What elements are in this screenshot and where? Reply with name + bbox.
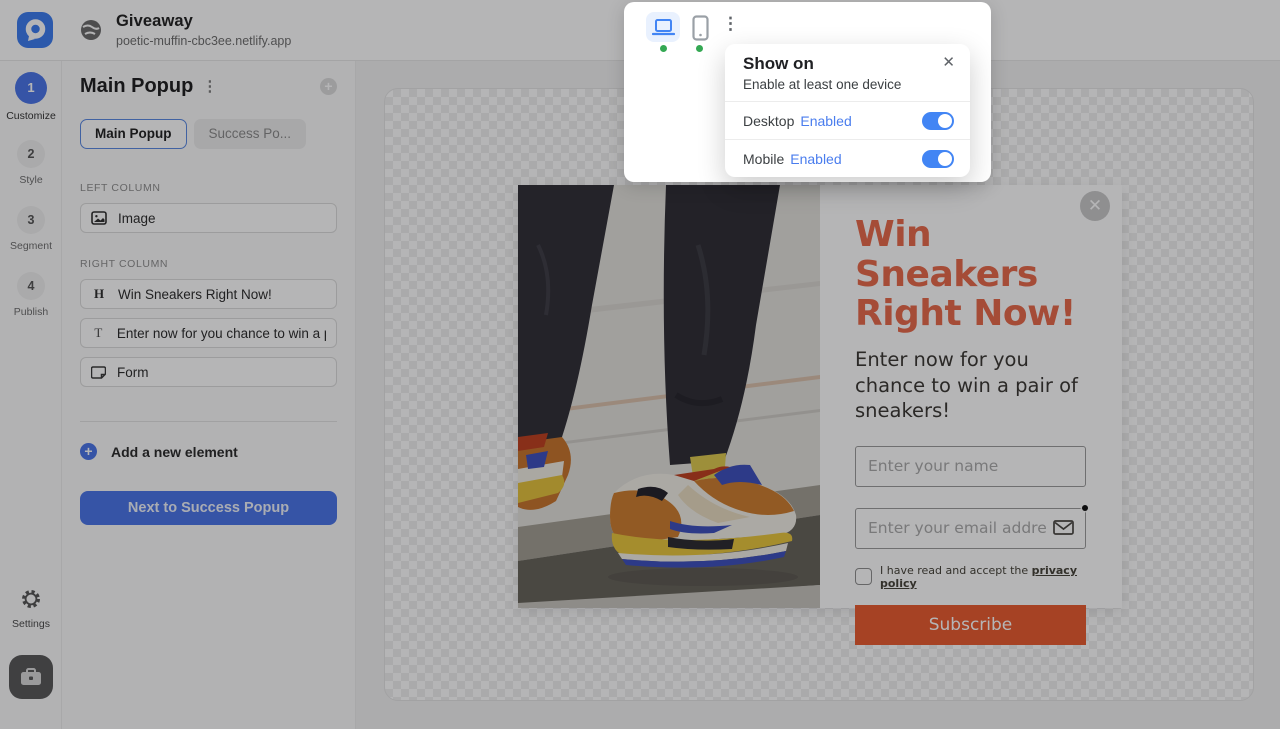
mobile-toggle[interactable] [922,150,954,168]
mobile-preview-button[interactable] [688,14,712,41]
desktop-preview-button[interactable] [646,12,680,42]
laptop-icon [652,19,675,36]
show-on-title: Show on [743,54,954,74]
mobile-enabled-dot [696,45,703,52]
toggle-knob [938,114,952,128]
desktop-status: Enabled [800,113,851,129]
desktop-enabled-dot [660,45,667,52]
mobile-label: Mobile [743,151,784,167]
mobile-toggle-row: Mobile Enabled [725,140,970,177]
desktop-label: Desktop [743,113,794,129]
toggle-knob [938,152,952,166]
popover-close-icon[interactable]: ✕ [942,53,955,71]
show-on-subtitle: Enable at least one device [743,77,954,92]
show-on-popover: Show on ✕ Enable at least one device Des… [725,44,970,177]
desktop-toggle[interactable] [922,112,954,130]
toolbar-kebab-icon[interactable]: ⋮ [722,15,739,34]
mobile-status: Enabled [790,151,841,167]
mobile-phone-icon [692,15,709,41]
desktop-toggle-row: Desktop Enabled [725,102,970,139]
